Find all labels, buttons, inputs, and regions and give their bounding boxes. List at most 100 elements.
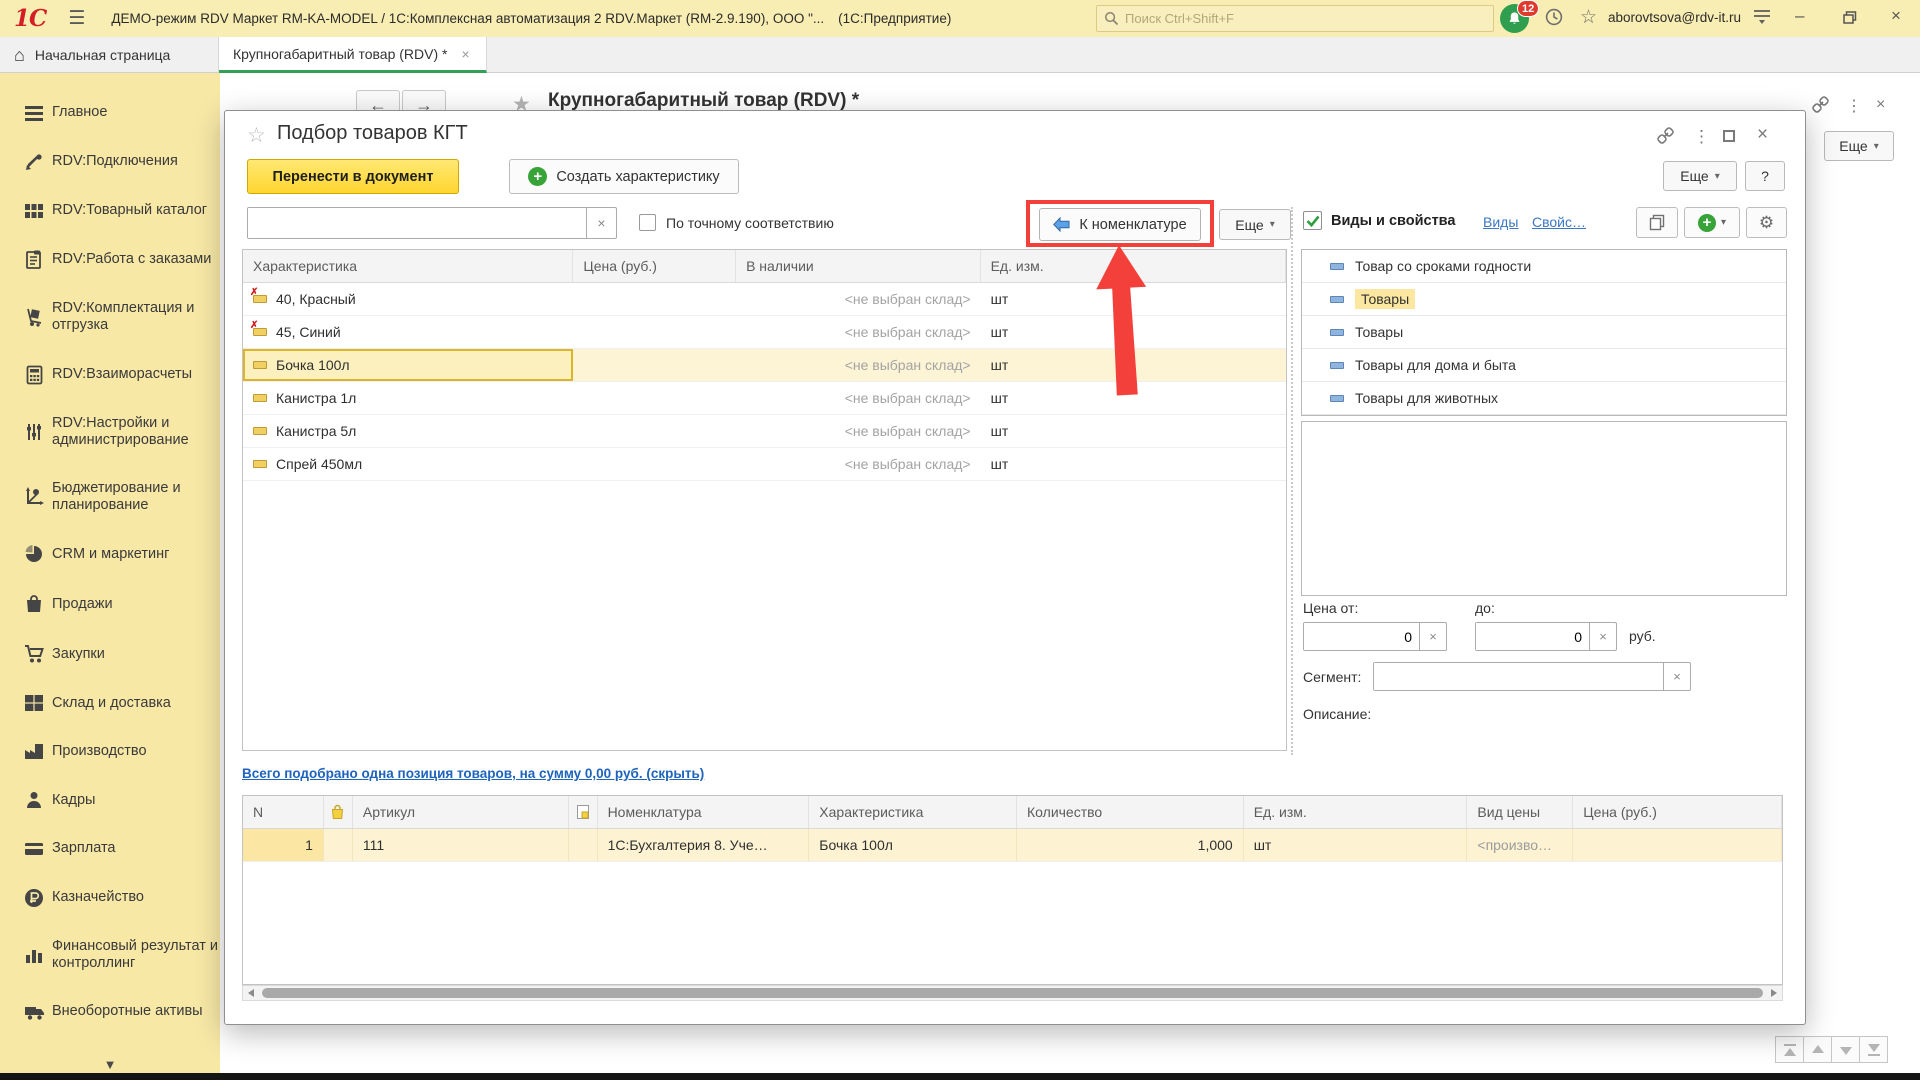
sidebar-item[interactable]: RDV:Комплектация и отгрузка — [0, 285, 220, 350]
sidebar-item[interactable]: Закупки — [0, 629, 220, 679]
tab-document[interactable]: Крупногабаритный товар (RDV) * × — [219, 37, 487, 73]
result-cell[interactable]: шт — [1244, 829, 1468, 861]
filter-search-field[interactable]: × — [247, 207, 617, 239]
sidebar-item[interactable]: Склад и доставка — [0, 679, 220, 727]
sidebar-item[interactable]: Внеоборотные активы — [0, 988, 220, 1036]
price-cell[interactable] — [573, 349, 736, 381]
result-cell[interactable] — [1573, 829, 1782, 861]
dialog-more-button[interactable]: Еще▾ — [1663, 161, 1737, 191]
tab-close-icon[interactable]: × — [461, 46, 469, 62]
types-link[interactable]: Виды — [1483, 214, 1518, 230]
scroll-left-icon[interactable] — [243, 986, 259, 1000]
properties-link[interactable]: Свойс… — [1532, 214, 1586, 230]
result-cell[interactable]: <произво… — [1467, 829, 1573, 861]
settings-button[interactable]: ⚙ — [1746, 207, 1787, 238]
clear-price-from-icon[interactable]: × — [1419, 623, 1446, 650]
sidebar-item[interactable]: RDV:Настройки и администрирование — [0, 400, 220, 465]
clear-search-icon[interactable]: × — [586, 208, 616, 238]
scrollbar-thumb[interactable] — [262, 988, 1763, 998]
sidebar-item[interactable]: RDV:Взаиморасчеты — [0, 350, 220, 400]
sidebar-item[interactable]: Производство — [0, 727, 220, 775]
user-account[interactable]: aborovtsova@rdv-it.ru — [1608, 10, 1741, 25]
result-cell[interactable] — [324, 829, 353, 861]
characteristic-name-cell[interactable]: 40, Красный — [243, 283, 573, 315]
characteristic-name-cell[interactable]: 45, Синий — [243, 316, 573, 348]
history-icon[interactable] — [1544, 7, 1564, 33]
price-cell[interactable] — [573, 448, 736, 480]
panel-splitter[interactable] — [1291, 207, 1293, 755]
selection-summary-link[interactable]: Всего подобрано одна позиция товаров, на… — [242, 766, 704, 781]
unit-cell[interactable]: шт — [981, 448, 1286, 480]
jump-top-icon[interactable] — [1775, 1036, 1804, 1063]
column-header[interactable]: Цена (руб.) — [573, 250, 736, 282]
product-type-row[interactable]: Товары для животных — [1302, 382, 1786, 415]
close-window-button[interactable]: × — [1891, 6, 1901, 26]
product-type-row[interactable]: Товары — [1302, 316, 1786, 349]
to-nomenclature-button[interactable]: К номенклатуре — [1039, 208, 1201, 241]
restore-button[interactable] — [1843, 9, 1857, 29]
global-search[interactable] — [1096, 5, 1494, 32]
price-cell[interactable] — [573, 382, 736, 414]
column-header[interactable]: Ед. изм. — [1244, 796, 1468, 828]
move-up-icon[interactable] — [1803, 1036, 1832, 1063]
unit-cell[interactable]: шт — [981, 283, 1286, 315]
characteristic-row[interactable]: 40, Красный <не выбран склад> шт — [243, 283, 1286, 316]
table-more-button[interactable]: Еще▾ — [1219, 209, 1291, 240]
result-table-header[interactable]: NАртикулНоменклатураХарактеристикаКоличе… — [243, 796, 1782, 829]
stock-cell[interactable]: <не выбран склад> — [736, 349, 981, 381]
sidebar-item[interactable]: Главное — [0, 89, 220, 137]
result-cell[interactable]: 1,000 — [1017, 829, 1244, 861]
create-characteristic-button[interactable]: + Создать характеристику — [509, 159, 739, 194]
characteristic-name-cell[interactable]: Бочка 100л — [243, 349, 573, 381]
stock-cell[interactable]: <не выбран склад> — [736, 316, 981, 348]
column-header[interactable]: Характеристика — [809, 796, 1017, 828]
tab-home[interactable]: ⌂ Начальная страница — [0, 37, 219, 73]
segment-field[interactable]: × — [1373, 662, 1691, 691]
unit-cell[interactable]: шт — [981, 382, 1286, 414]
dialog-link-icon[interactable] — [1657, 127, 1674, 149]
document-more-button[interactable]: Еще▾ — [1824, 131, 1894, 161]
price-from-field[interactable]: × — [1303, 622, 1447, 651]
favorites-star-icon[interactable]: ☆ — [1580, 6, 1597, 29]
column-header[interactable]: Ед. изм. — [981, 250, 1286, 282]
characteristic-name-cell[interactable]: Канистра 1л — [243, 382, 573, 414]
result-cell[interactable]: Бочка 100л — [809, 829, 1017, 861]
price-from-input[interactable] — [1304, 623, 1419, 650]
characteristic-row[interactable]: Спрей 450мл <не выбран склад> шт — [243, 448, 1286, 481]
clear-price-to-icon[interactable]: × — [1589, 623, 1616, 650]
sidebar-more-icon[interactable]: ▼ — [0, 1057, 220, 1072]
exact-match-checkbox[interactable] — [639, 214, 656, 231]
product-type-row[interactable]: Товар со сроками годности — [1302, 250, 1786, 283]
minimize-button[interactable]: – — [1795, 6, 1804, 26]
column-header[interactable]: Вид цены — [1467, 796, 1573, 828]
dialog-close-icon[interactable]: × — [1757, 124, 1768, 146]
result-cell[interactable]: 111 — [353, 829, 569, 861]
help-button[interactable]: ? — [1745, 161, 1785, 191]
copy-button[interactable] — [1636, 207, 1678, 238]
price-to-field[interactable]: × — [1475, 622, 1617, 651]
horizontal-scrollbar[interactable] — [242, 985, 1783, 1001]
sidebar-item[interactable]: Зарплата — [0, 825, 220, 872]
stock-cell[interactable]: <не выбран склад> — [736, 283, 981, 315]
characteristic-row[interactable]: Бочка 100л <не выбран склад> шт — [243, 349, 1286, 382]
characteristic-name-cell[interactable]: Спрей 450мл — [243, 448, 573, 480]
add-button[interactable]: + ▾ — [1684, 207, 1740, 238]
price-to-input[interactable] — [1476, 623, 1589, 650]
move-down-icon[interactable] — [1831, 1036, 1860, 1063]
close-document-icon[interactable]: × — [1876, 96, 1885, 114]
characteristic-row[interactable]: Канистра 5л <не выбран склад> шт — [243, 415, 1286, 448]
characteristics-table-header[interactable]: ХарактеристикаЦена (руб.)В наличииЕд. из… — [243, 250, 1286, 283]
product-type-row[interactable]: Товары для дома и быта — [1302, 349, 1786, 382]
dialog-favorite-star-icon[interactable]: ☆ — [247, 123, 266, 148]
unit-cell[interactable]: шт — [981, 316, 1286, 348]
search-input[interactable] — [1125, 11, 1455, 26]
price-cell[interactable] — [573, 415, 736, 447]
stock-cell[interactable]: <не выбран склад> — [736, 382, 981, 414]
column-header[interactable]: В наличии — [736, 250, 981, 282]
sidebar-item[interactable]: RDV:Товарный каталог — [0, 187, 220, 235]
column-header[interactable]: Цена (руб.) — [1573, 796, 1782, 828]
column-header[interactable]: Характеристика — [243, 250, 573, 282]
sidebar-item[interactable]: Казначейство — [0, 873, 220, 923]
price-cell[interactable] — [573, 283, 736, 315]
price-cell[interactable] — [573, 316, 736, 348]
